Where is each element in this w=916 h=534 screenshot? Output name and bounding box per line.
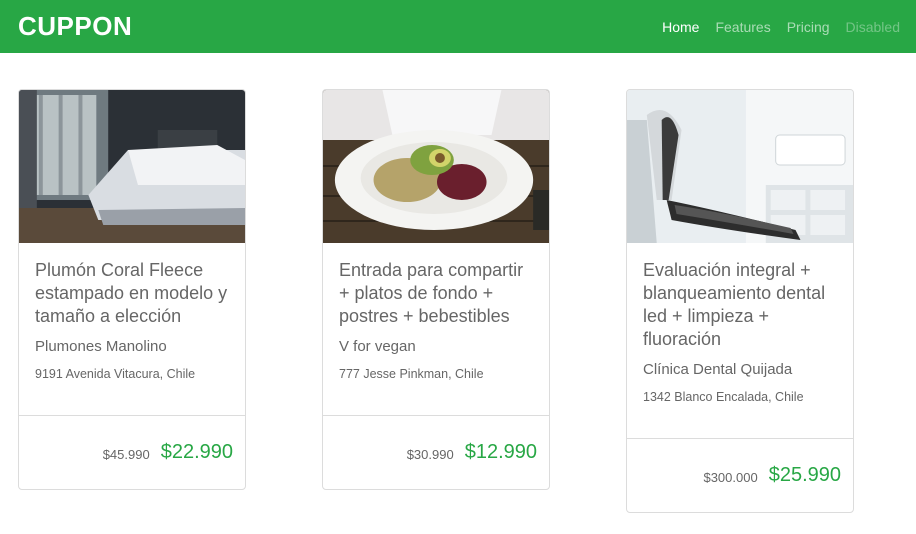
card-body: Evaluación integral + blanqueamiento den…: [627, 243, 853, 404]
nav-link-home[interactable]: Home: [662, 19, 699, 35]
original-price: $300.000: [703, 470, 758, 485]
brand-logo[interactable]: CUPPON: [18, 11, 132, 42]
dental-chair-photo[interactable]: [627, 90, 853, 243]
navbar: CUPPON Home Features Pricing Disabled: [0, 0, 916, 53]
merchant-address: 1342 Blanco Encalada, Chile: [643, 390, 804, 404]
deal-card[interactable]: Plumón Coral Fleece estampado en modelo …: [18, 89, 246, 490]
deal-title[interactable]: Evaluación integral + blanqueamiento den…: [643, 259, 837, 351]
bedroom-photo[interactable]: [19, 90, 245, 243]
discount-price: $22.990: [160, 441, 233, 463]
deal-title[interactable]: Entrada para compartir + platos de fondo…: [339, 259, 533, 328]
discount-price: $25.990: [768, 464, 841, 486]
original-price: $30.990: [406, 447, 454, 462]
nav-link-pricing[interactable]: Pricing: [787, 19, 830, 35]
merchant-address: 9191 Avenida Vitacura, Chile: [35, 367, 196, 381]
card-body: Entrada para compartir + platos de fondo…: [323, 243, 549, 381]
nav-link-features[interactable]: Features: [715, 19, 770, 35]
original-price: $45.990: [102, 447, 150, 462]
deal-card[interactable]: Entrada para compartir + platos de fondo…: [322, 89, 550, 490]
deal-title[interactable]: Plumón Coral Fleece estampado en modelo …: [35, 259, 229, 328]
discount-price: $12.990: [464, 441, 537, 463]
card-footer: $300.000 $25.990: [627, 438, 853, 512]
card-footer: $45.990 $22.990: [19, 415, 245, 489]
salad-bowl-photo[interactable]: [323, 90, 549, 243]
card-footer: $30.990 $12.990: [323, 415, 549, 489]
nav-links: Home Features Pricing Disabled: [646, 19, 900, 35]
card-body: Plumón Coral Fleece estampado en modelo …: [19, 243, 245, 381]
merchant-name: Plumones Manolino: [35, 338, 167, 355]
deal-card[interactable]: Evaluación integral + blanqueamiento den…: [626, 89, 854, 513]
merchant-address: 777 Jesse Pinkman, Chile: [339, 367, 484, 381]
nav-link-disabled: Disabled: [845, 18, 900, 35]
merchant-name: Clínica Dental Quijada: [643, 361, 793, 378]
merchant-name: V for vegan: [339, 338, 416, 355]
